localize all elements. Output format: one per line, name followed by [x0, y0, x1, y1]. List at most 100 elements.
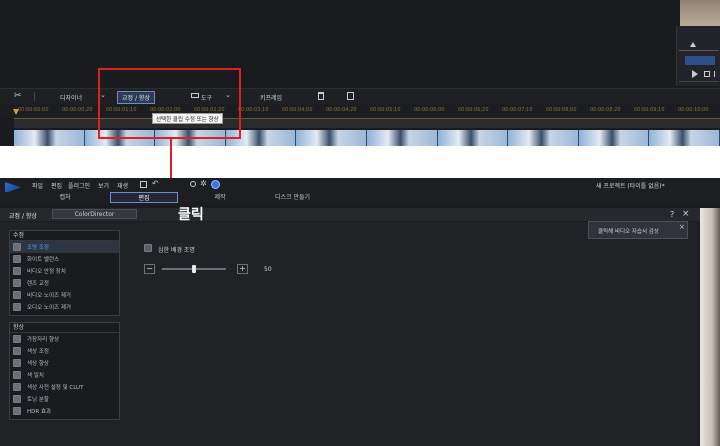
fix-item-audio-denoise[interactable]: 오디오 노이즈 제거 — [10, 301, 119, 313]
ruler-tick: 00:00:04;20 — [326, 107, 357, 113]
menu-plugins[interactable]: 플러그인 — [68, 181, 90, 190]
fix-item-lens-correction[interactable]: 렌즈 교정 — [10, 277, 119, 289]
toolbar-divider — [34, 92, 35, 101]
checkbox[interactable] — [13, 383, 21, 391]
ruler-tick: 00:00:06;00 — [414, 107, 445, 113]
checkbox[interactable] — [13, 395, 21, 403]
colordirector-button[interactable]: ColorDirector — [52, 209, 137, 219]
highlight-box — [98, 68, 241, 139]
checkbox[interactable] — [13, 359, 21, 367]
help-button[interactable]: ? — [670, 210, 674, 219]
enhance-item-split-toning[interactable]: 토닝 분할 — [10, 393, 119, 405]
video-clip-frame[interactable] — [437, 130, 509, 146]
tab-edit[interactable]: 편집 — [110, 192, 178, 203]
item-label: 색 일치 — [27, 373, 44, 379]
export-icon[interactable] — [347, 92, 354, 100]
video-clip-frame[interactable] — [296, 130, 367, 146]
keyframe-button[interactable]: 키프레임 — [260, 93, 282, 102]
ruler-tick: 00:00:08;00 — [546, 107, 577, 113]
preview-mode-button[interactable] — [685, 56, 715, 65]
preview-image-strip — [700, 208, 720, 446]
ruler-tick: 00:00:07;10 — [502, 107, 533, 113]
enhance-item-edge[interactable]: 가장자리 향상 — [10, 333, 119, 345]
fix-item-white-balance[interactable]: 화이트 밸런스 — [10, 253, 119, 265]
previous-frame-icon[interactable] — [714, 71, 719, 77]
enhance-section: 향상 가장자리 향상 색상 조정 색상 향상 색 일치 색상 사전 설정 및 C… — [9, 322, 120, 420]
checkbox[interactable] — [13, 303, 21, 311]
checkbox[interactable] — [13, 347, 21, 355]
item-label: 가장자리 향상 — [27, 337, 60, 343]
fix-item-lighting[interactable]: 조명 조정 — [10, 241, 119, 253]
tip-close-button[interactable]: × — [679, 223, 685, 231]
timeline-screenshot: ✂ 디자이너 ⌄ 교정 / 향상 도구 ⌄ 키프레임 00:00:00:00 0… — [0, 0, 720, 146]
checkbox[interactable] — [13, 291, 21, 299]
undo-icon[interactable]: ↶ — [152, 179, 159, 188]
fix-item-video-denoise[interactable]: 비디오 노이즈 제거 — [10, 289, 119, 301]
backlight-value: 50 — [264, 266, 272, 273]
ruler-tick: 00:00:06;20 — [458, 107, 489, 113]
enhance-item-color-adjust[interactable]: 색상 조정 — [10, 345, 119, 357]
ruler-tick: 00:00:05;10 — [370, 107, 401, 113]
section-title: 수정 — [10, 231, 119, 241]
menu-playback[interactable]: 재생 — [117, 181, 128, 190]
tutorial-tip[interactable]: 클릭해 비디오 자습서 감상 × — [588, 221, 688, 239]
settings-gear-icon[interactable]: ✲ — [200, 179, 207, 188]
tip-text: 클릭해 비디오 자습서 감상 — [598, 229, 659, 235]
item-label: 비디오 노이즈 제거 — [27, 293, 71, 299]
checkbox[interactable] — [13, 267, 21, 275]
extreme-backlight-label: 심한 배경 조명 — [158, 247, 195, 254]
play-icon[interactable] — [692, 70, 698, 78]
video-clip-frame[interactable] — [508, 130, 579, 146]
video-clip-frame[interactable] — [366, 130, 438, 146]
menu-file[interactable]: 파일 — [32, 181, 43, 190]
backlight-slider-track[interactable] — [162, 265, 226, 273]
backlight-slider-thumb[interactable] — [192, 265, 196, 273]
plus-icon: + — [239, 264, 246, 273]
fix-item-stabilizer[interactable]: 비디오 안정 장치 — [10, 265, 119, 277]
tab-capture[interactable]: 캡처 — [45, 192, 85, 203]
ruler-tick: 00:00:03;10 — [238, 107, 269, 113]
item-label: 색상 향상 — [27, 361, 49, 367]
close-panel-button[interactable]: × — [682, 209, 690, 219]
ruler-tick: 00:00:10;00 — [678, 107, 709, 113]
ruler-tick: 00:00:04;00 — [282, 107, 313, 113]
checkbox[interactable] — [13, 407, 21, 415]
decrease-button[interactable]: − — [144, 264, 155, 274]
video-clip-frame[interactable] — [14, 130, 85, 146]
item-label: 색상 조정 — [27, 349, 49, 355]
item-label: 오디오 노이즈 제거 — [27, 305, 71, 311]
enhance-item-color-enhance[interactable]: 색상 향상 — [10, 357, 119, 369]
extreme-backlight-checkbox[interactable] — [144, 244, 152, 252]
scissors-icon[interactable]: ✂ — [14, 91, 22, 101]
preview-thumbnail — [680, 0, 720, 26]
item-label: 화이트 밸런스 — [27, 257, 60, 263]
panel-title: 교정 / 향상 — [9, 213, 37, 220]
item-label: 토닝 분할 — [27, 397, 49, 403]
menu-edit[interactable]: 편집 — [51, 181, 62, 190]
video-clip-frame[interactable] — [578, 130, 650, 146]
item-label: 색상 사전 설정 및 CLUT — [27, 385, 84, 391]
stop-icon[interactable] — [704, 71, 710, 77]
enhance-item-hdr[interactable]: HDR 효과 — [10, 405, 119, 417]
eject-icon[interactable] — [690, 42, 696, 47]
checkbox[interactable] — [13, 371, 21, 379]
menu-bar: 파일 편집 플러그인 보기 재생 ↶ ✲ 새 프로젝트 (타이틀 없음)* — [0, 178, 720, 193]
menu-view[interactable]: 보기 — [98, 181, 109, 190]
preview-seek-bar[interactable] — [679, 50, 719, 51]
tab-disc[interactable]: 디스크 만들기 — [265, 192, 320, 203]
account-icon[interactable] — [211, 180, 220, 189]
checkbox[interactable] — [13, 279, 21, 287]
tab-produce[interactable]: 제작 — [200, 192, 240, 203]
checkbox[interactable] — [13, 243, 21, 251]
enhance-item-color-match[interactable]: 색 일치 — [10, 369, 119, 381]
designer-button[interactable]: 디자이너 — [60, 93, 82, 102]
video-clip-frame[interactable] — [649, 130, 720, 146]
checkbox[interactable] — [13, 335, 21, 343]
import-icon[interactable] — [140, 181, 147, 188]
increase-button[interactable]: + — [237, 264, 248, 274]
enhance-item-color-preset-clut[interactable]: 색상 사전 설정 및 CLUT — [10, 381, 119, 393]
trash-icon[interactable] — [318, 92, 324, 100]
checkbox[interactable] — [13, 255, 21, 263]
annotation-click-label: 클릭 — [178, 207, 204, 223]
brightness-icon[interactable] — [190, 181, 196, 187]
